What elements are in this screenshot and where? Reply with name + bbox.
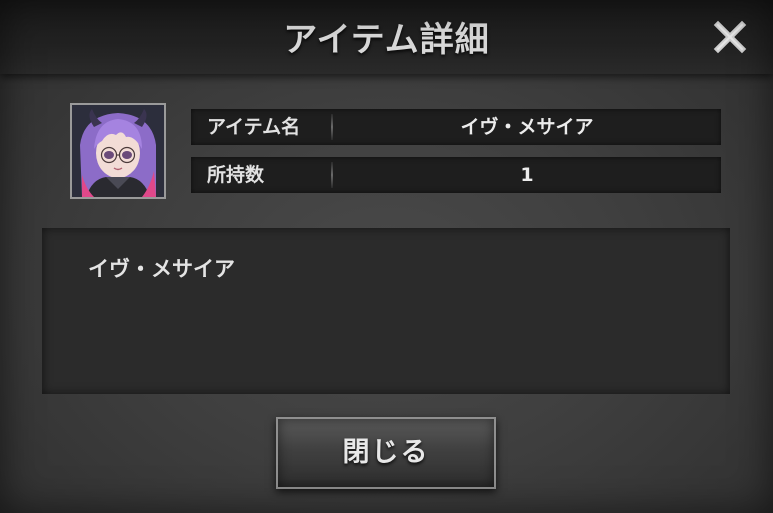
character-portrait-icon: [72, 105, 164, 197]
item-detail-dialog: アイテム詳細 アイテム名 イヴ・メサイア 所持数 1 イヴ・メサイア 閉じる: [0, 0, 773, 513]
item-count-value: 1: [520, 164, 534, 186]
close-button[interactable]: 閉じる: [276, 417, 496, 489]
item-count-row: 所持数 1: [191, 157, 721, 193]
dialog-title: アイテム詳細: [283, 20, 490, 60]
title-bar: アイテム詳細: [0, 0, 773, 74]
item-name-value: イヴ・メサイア: [460, 116, 594, 138]
item-description: イヴ・メサイア: [88, 257, 235, 281]
item-name-label: アイテム名: [207, 116, 301, 138]
item-name-row: アイテム名 イヴ・メサイア: [191, 109, 721, 145]
close-button-label: 閉じる: [342, 437, 430, 468]
item-description-box: イヴ・メサイア: [42, 228, 730, 394]
item-count-label: 所持数: [207, 164, 265, 186]
item-portrait: [70, 103, 166, 199]
close-icon[interactable]: [713, 20, 747, 54]
